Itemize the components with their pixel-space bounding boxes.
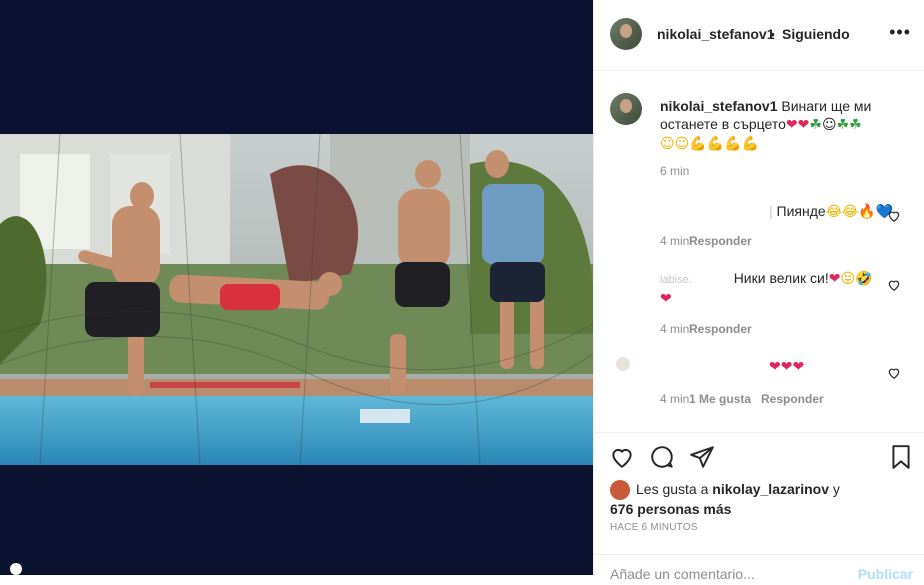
caption-emojis-c: ☺ [821,117,837,133]
caption-emojis-f: 💪💪💪💪 [689,136,759,152]
carousel-dot [10,563,22,575]
comments-list: nikolai_stefanov1 Винаги ще ми останете … [594,71,924,431]
caption-text-block: nikolai_stefanov1 Винаги ще ми останете … [660,97,900,153]
comment-emoji-laugh: 😂😂 [825,204,859,220]
comment-text: ❤❤❤ [769,357,804,376]
comment-partial-username: labise. [660,274,692,286]
post-header: nikolai_stefanov1 • Siguiendo ••• [594,0,924,71]
post-sidebar: nikolai_stefanov1 • Siguiendo ••• nikola… [593,0,924,582]
caption-avatar[interactable] [610,93,642,125]
comment-time: 4 min [660,322,690,336]
liker-avatar[interactable] [610,480,630,501]
header-separator: • [770,26,775,42]
comment-text: labise. Ники велик си!❤😜🤣❤ [660,269,880,308]
follow-status-button[interactable]: Siguiendo [782,26,850,42]
caption-username[interactable]: nikolai_stefanov1 [660,98,778,114]
bookmark-icon[interactable] [888,444,914,470]
reply-button[interactable]: Responder [761,392,824,406]
share-icon[interactable] [689,444,715,470]
post-actions: Les gusta a nikolay_lazarinov y 676 pers… [594,432,924,582]
like-heart-icon[interactable] [609,444,635,470]
comment-input[interactable]: Añade un comentario... [610,566,755,582]
comment-time: 4 min [660,234,690,248]
comment-time: 4 min [660,392,690,406]
caption-emojis-d: ☘☘ [836,117,862,133]
reply-button[interactable]: Responder [689,322,752,336]
author-username[interactable]: nikolai_stefanov1 [657,26,775,42]
add-comment-bar: Añade un comentario... Publicar [594,554,924,585]
liker-username[interactable]: nikolay_lazarinov [712,481,829,497]
comment-body: Пиянде [776,203,826,219]
caption-time: 6 min [660,164,690,178]
likes-prefix: Les gusta a [636,481,709,497]
author-avatar[interactable] [610,18,642,50]
comment-likes[interactable]: 1 Me gusta [689,392,751,406]
commenter-avatar[interactable] [616,357,630,371]
pool-scene-image [0,134,593,465]
caption-emojis-b: ☘ [809,117,822,133]
heart-icon[interactable] [887,209,901,223]
likes-suffix: y [832,481,840,497]
comment-icon[interactable] [649,444,675,470]
post-timestamp[interactable]: HACE 6 MINUTOS [610,522,698,533]
comment-emoji-heart-2: ❤ [660,291,672,307]
post-photo[interactable] [0,134,593,465]
heart-icon[interactable] [887,278,901,292]
comment-text: | Пиянде😂😂🔥💙 [769,202,893,221]
comment-body: Ники велик си! [733,270,829,286]
caption-emojis-a: ❤❤ [785,117,810,133]
more-options-icon[interactable]: ••• [889,22,911,43]
heart-icon[interactable] [887,366,901,380]
caption-emojis-e: ☺☺ [660,136,690,152]
likes-others[interactable]: 676 personas más [610,501,731,517]
likes-summary: Les gusta a nikolay_lazarinov y 676 pers… [610,480,900,518]
publish-button[interactable]: Publicar [858,566,913,582]
comment-emoji-face: 😜🤣 [840,271,873,287]
comment-emoji-hearts: ❤❤❤ [769,359,805,375]
photo-pane [0,0,593,575]
comment-hidden-username: | [769,203,773,219]
comment-emoji-fire: 🔥 [858,204,876,220]
comment-emoji-heart: ❤ [828,271,841,287]
reply-button[interactable]: Responder [689,234,752,248]
